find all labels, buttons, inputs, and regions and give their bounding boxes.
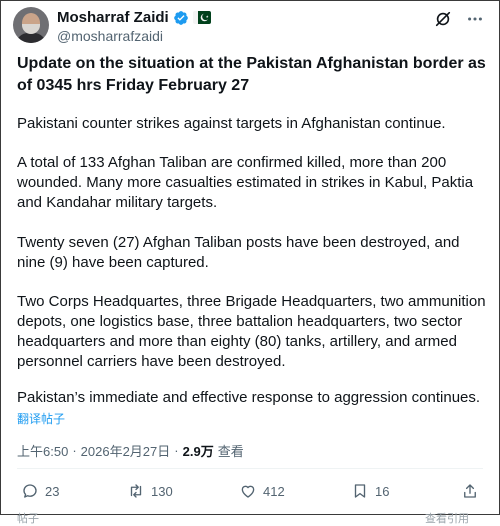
reply-icon: [23, 484, 37, 498]
author-handle[interactable]: @mosharrafzaidi: [57, 28, 163, 44]
post-paragraph: A total of 133 Afghan Taliban are confir…: [17, 154, 474, 211]
repost-icon: [130, 484, 142, 498]
share-button[interactable]: [461, 482, 479, 500]
more-options-icon[interactable]: [465, 9, 485, 29]
cut-off-text-left: 帖子: [17, 513, 39, 525]
post-paragraph: Twenty seven (27) Afghan Taliban posts h…: [17, 234, 460, 271]
post-paragraph: Two Corps Headquartes, three Brigade Hea…: [17, 293, 486, 370]
translate-post-link[interactable]: 翻译帖子: [17, 410, 65, 427]
repost-button[interactable]: 130: [127, 482, 173, 500]
reply-button[interactable]: 23: [21, 482, 59, 500]
divider: [17, 468, 483, 469]
bookmark-button[interactable]: 16: [351, 482, 389, 500]
cut-off-text-right: 查看引用: [425, 513, 469, 525]
share-icon: [464, 484, 476, 498]
action-bar: 23 130 412 16: [17, 482, 487, 504]
post-paragraph: Pakistani counter strikes against target…: [17, 115, 446, 132]
bookmark-count: 16: [375, 483, 390, 499]
bookmark-icon: [354, 484, 366, 498]
views-count: 2.9万: [182, 444, 214, 459]
post-paragraph: Pakistan’s immediate and effective respo…: [17, 389, 481, 406]
meta-separator: ·: [174, 443, 179, 458]
views-label: 查看: [217, 444, 244, 459]
post-top-actions: [433, 9, 485, 29]
like-count: 412: [263, 483, 285, 499]
post-title: Update on the situation at the Pakistan …: [17, 55, 486, 94]
post-date[interactable]: 2026年2月27日: [81, 441, 171, 460]
meta-separator: ·: [72, 443, 77, 458]
like-button[interactable]: 412: [239, 482, 285, 500]
post-time[interactable]: 上午6:50: [17, 441, 68, 460]
heart-icon: [241, 485, 255, 498]
repost-count: 130: [151, 483, 173, 499]
post-meta: 上午6:50 · 2026年2月27日 · 2.9万 查看: [17, 441, 244, 460]
post-card: Mosharraf Zaidi @mosharrafzaidi Update o…: [0, 0, 500, 525]
verified-badge-icon: [173, 10, 189, 26]
avatar-body-shape: [16, 33, 46, 43]
pakistan-flag-icon: [192, 11, 211, 24]
author-name[interactable]: Mosharraf Zaidi: [57, 9, 169, 26]
avatar[interactable]: [13, 7, 49, 43]
reply-count: 23: [45, 483, 60, 499]
grok-icon[interactable]: [433, 9, 453, 29]
author-name-row: Mosharraf Zaidi: [57, 9, 211, 26]
